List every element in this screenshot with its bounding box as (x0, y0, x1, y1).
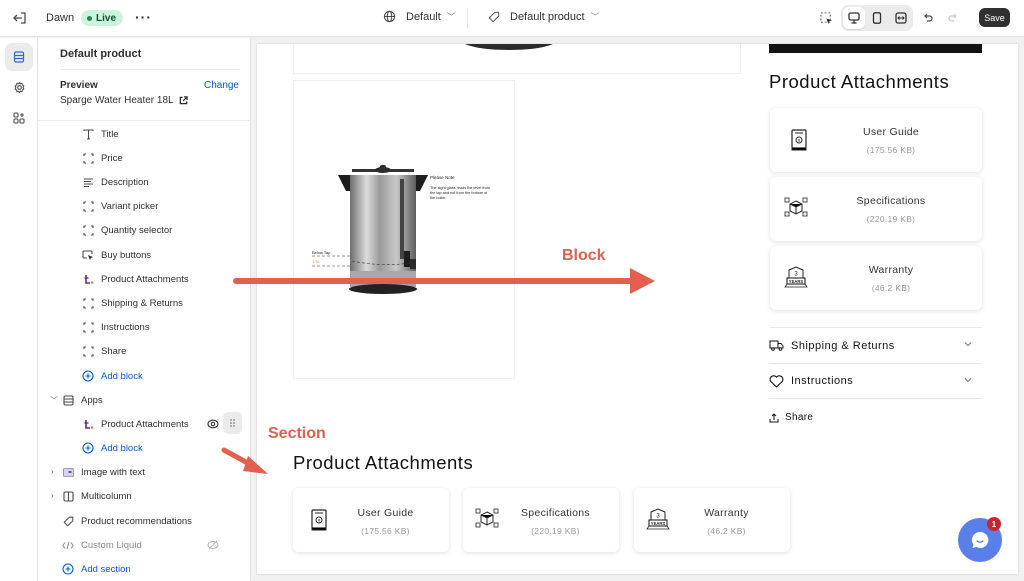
chat-notification-badge: 1 (987, 517, 1001, 531)
chat-bubble-icon (971, 531, 989, 548)
block-annotation-label: Block (562, 247, 606, 264)
section-arrow-head (243, 456, 268, 474)
annotation-overlay (221, 268, 655, 474)
section-annotation-label: Section (268, 425, 326, 442)
block-arrow-head (630, 268, 655, 294)
